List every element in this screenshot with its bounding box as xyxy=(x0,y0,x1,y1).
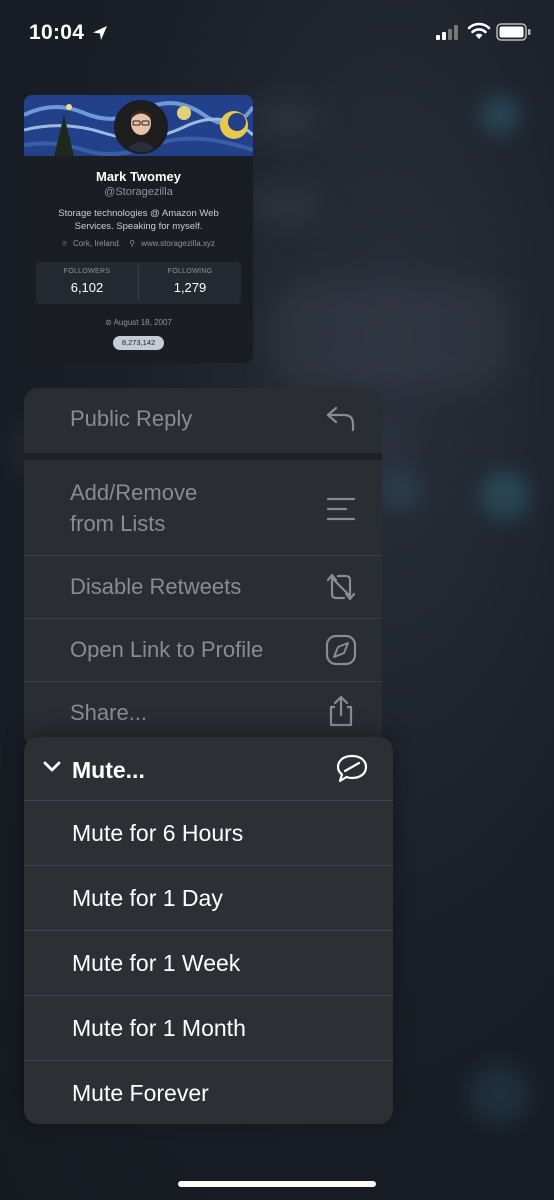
mute-submenu-header[interactable]: Mute... xyxy=(24,737,393,800)
location-arrow-icon xyxy=(93,26,107,40)
mute-option-label: Mute for 1 Month xyxy=(72,1015,246,1041)
birthday-icon: ⊜ xyxy=(105,318,112,327)
menu-item-label: Disable Retweets xyxy=(70,574,242,599)
mute-option-1-day[interactable]: Mute for 1 Day xyxy=(24,866,393,930)
mute-submenu: Mute... Mute for 6 Hours Mute for 1 Day … xyxy=(24,737,393,1124)
profile-stats: FOLLOWERS 6,102 FOLLOWING 1,279 xyxy=(36,262,241,304)
profile-meta: ⌾ Cork, Ireland. ⚲ www.storagezilla.xyz xyxy=(24,239,253,249)
chevron-down-icon xyxy=(43,761,61,772)
menu-item-public-reply[interactable]: Public Reply xyxy=(24,388,382,452)
profile-card[interactable]: Mark Twomey @Storagezilla Storage techno… xyxy=(24,95,253,363)
retweet-off-icon xyxy=(326,573,356,601)
menu-item-add-remove-lists[interactable]: Add/Remove from Lists xyxy=(24,460,382,555)
profile-name: Mark Twomey xyxy=(95,169,181,184)
menu-item-label: Public Reply xyxy=(70,406,193,431)
joined-date-text: August 18, 2007 xyxy=(113,318,172,327)
location-pin-icon: ⌾ xyxy=(62,239,67,248)
compass-icon xyxy=(325,634,357,666)
following-stat[interactable]: FOLLOWING 1,279 xyxy=(139,262,241,304)
mute-option-label: Mute Forever xyxy=(72,1080,209,1106)
joined-date: ⊜ August 18, 2007 xyxy=(24,318,253,327)
reply-icon xyxy=(326,406,355,432)
menu-item-label: Share... xyxy=(70,700,148,725)
menu-item-label-line2: from Lists xyxy=(70,511,166,536)
mute-option-1-week[interactable]: Mute for 1 Week xyxy=(24,931,393,995)
menu-item-disable-retweets[interactable]: Disable Retweets xyxy=(24,556,382,618)
mute-submenu-title: Mute... xyxy=(72,757,145,783)
link-icon: ⚲ xyxy=(129,239,136,248)
wifi-icon xyxy=(467,22,491,39)
status-time: 10:04 xyxy=(29,21,85,44)
list-icon xyxy=(326,497,356,521)
profile-location: Cork, Ireland. xyxy=(72,239,121,248)
mute-option-1-month[interactable]: Mute for 1 Month xyxy=(24,996,393,1060)
following-count: 1,279 xyxy=(173,280,207,295)
cellular-signal-icon xyxy=(436,25,458,40)
home-indicator[interactable] xyxy=(178,1181,376,1187)
menu-item-open-link-profile[interactable]: Open Link to Profile xyxy=(24,619,382,681)
user-id-badge: 8,273,142 xyxy=(113,336,164,350)
profile-website[interactable]: www.storagezilla.xyz xyxy=(141,239,215,248)
profile-bio: Storage technologies @ Amazon Web Servic… xyxy=(58,208,219,232)
profile-handle: @Storagezilla xyxy=(104,186,173,198)
mute-option-6-hours[interactable]: Mute for 6 Hours xyxy=(24,801,393,865)
mute-option-label: Mute for 1 Week xyxy=(72,950,241,976)
menu-item-label: Add/Remove xyxy=(70,480,198,505)
menu-separator xyxy=(24,453,382,460)
mute-option-label: Mute for 6 Hours xyxy=(72,820,244,846)
status-bar: 10:04 xyxy=(0,0,554,70)
avatar[interactable] xyxy=(114,100,168,154)
mute-option-label: Mute for 1 Day xyxy=(72,885,223,911)
followers-count: 6,102 xyxy=(70,280,104,295)
mute-option-forever[interactable]: Mute Forever xyxy=(24,1061,393,1124)
context-menu: Public Reply Add/Remove from Lists Disab… xyxy=(24,388,382,748)
following-label: FOLLOWING xyxy=(167,268,213,275)
followers-stat[interactable]: FOLLOWERS 6,102 xyxy=(36,262,138,304)
menu-item-share[interactable]: Share... xyxy=(24,682,382,744)
share-icon xyxy=(329,695,353,727)
menu-item-label: Open Link to Profile xyxy=(70,637,264,662)
followers-label: FOLLOWERS xyxy=(63,268,111,275)
battery-icon xyxy=(496,23,531,41)
speech-bubble-slash-icon xyxy=(336,754,368,783)
